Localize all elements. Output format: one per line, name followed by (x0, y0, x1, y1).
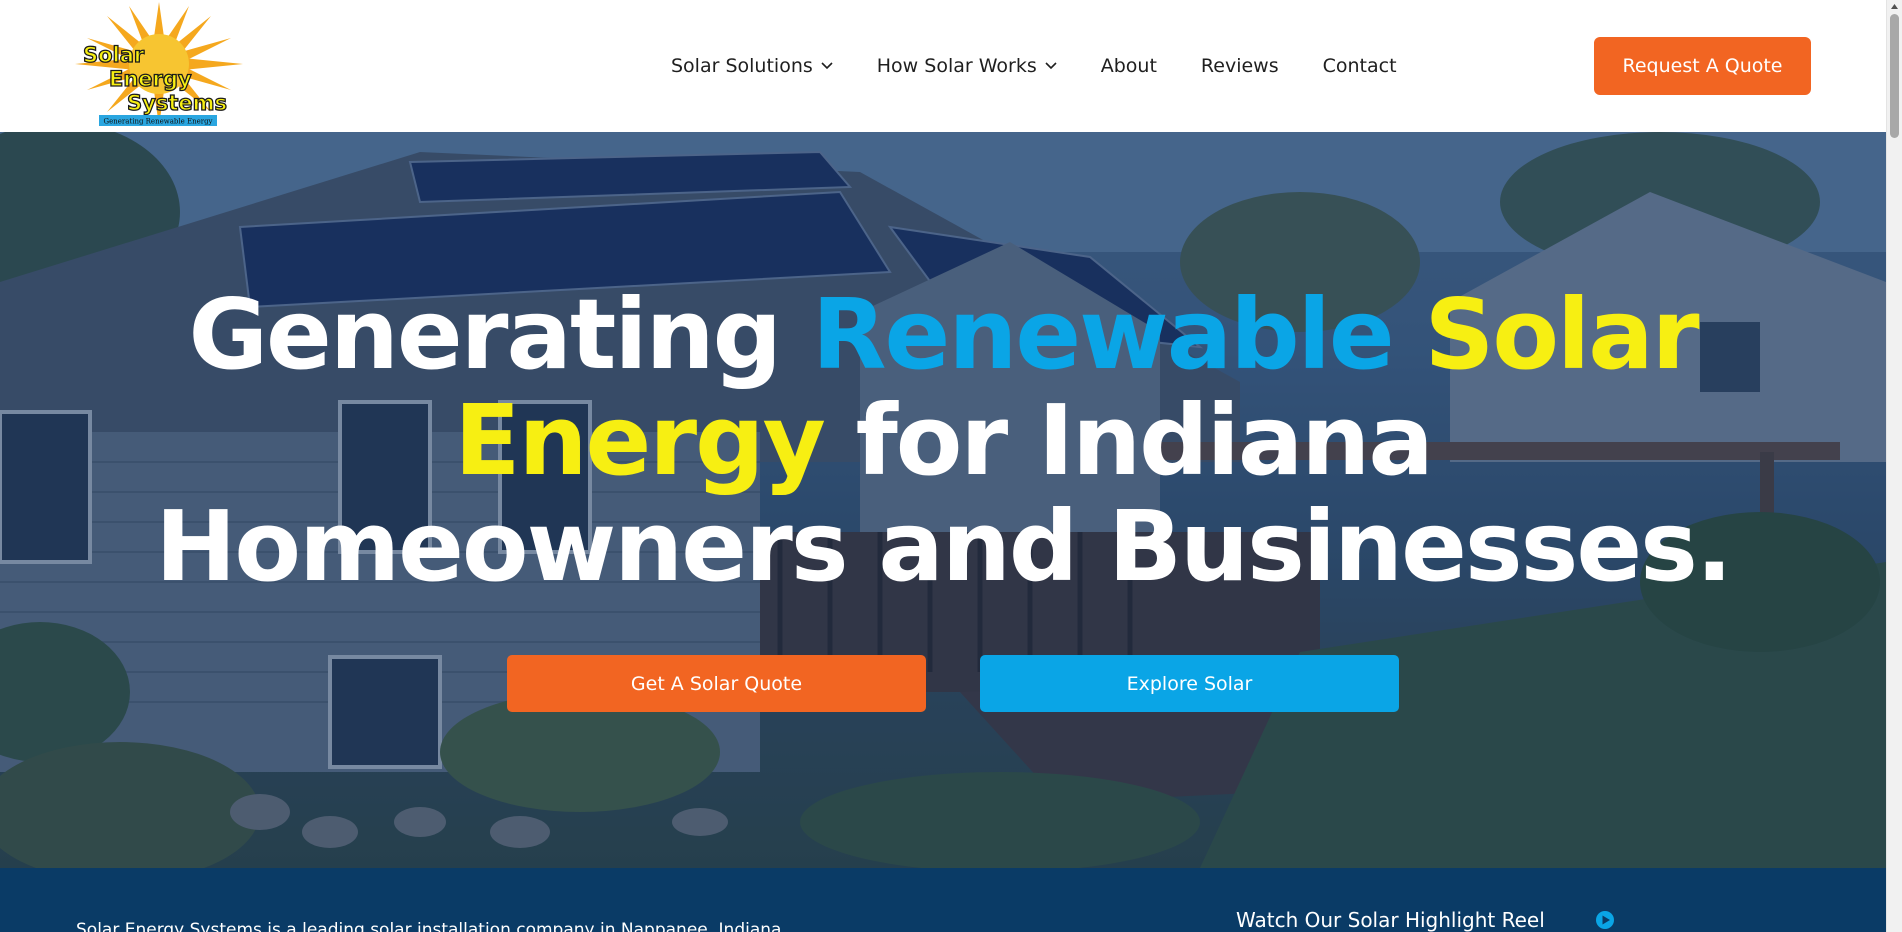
headline-text: for Indiana (823, 384, 1434, 497)
request-quote-button[interactable]: Request A Quote (1594, 37, 1811, 95)
intro-text: Solar Energy Systems is a leading solar … (76, 920, 782, 932)
headline-text: Homeowners and Businesses. (155, 490, 1732, 603)
site-header: Solar Energy Systems Generating Renewabl… (0, 0, 1886, 132)
site-logo[interactable]: Solar Energy Systems Generating Renewabl… (75, 2, 243, 130)
scrollbar-thumb[interactable] (1890, 14, 1899, 138)
svg-text:Solar: Solar (83, 43, 145, 67)
nav-solar-solutions[interactable]: Solar Solutions (671, 55, 833, 77)
intro-section: Solar Energy Systems is a leading solar … (0, 868, 1886, 932)
page-scrollbar[interactable] (1886, 0, 1902, 932)
nav-how-solar-works[interactable]: How Solar Works (877, 55, 1057, 77)
headline-space (1393, 278, 1425, 391)
get-solar-quote-button[interactable]: Get A Solar Quote (507, 655, 926, 712)
headline-text: Generating (188, 278, 812, 391)
play-circle-icon (1595, 911, 1614, 929)
explore-solar-button[interactable]: Explore Solar (980, 655, 1399, 712)
highlight-reel-link[interactable]: Watch Our Solar Highlight Reel (1236, 908, 1615, 932)
hero-section: Generating Renewable Solar Energy for In… (0, 132, 1886, 868)
main-nav: Solar Solutions How Solar Works About Re… (671, 0, 1441, 132)
chevron-down-icon (821, 62, 833, 70)
highlight-reel-label: Watch Our Solar Highlight Reel (1236, 908, 1545, 932)
nav-solar-solutions-label: Solar Solutions (671, 55, 813, 77)
hero-headline: Generating Renewable Solar Energy for In… (0, 282, 1886, 600)
nav-reviews-label: Reviews (1200, 55, 1279, 77)
nav-contact[interactable]: Contact (1323, 55, 1397, 77)
nav-contact-label: Contact (1322, 55, 1397, 77)
nav-about-label: About (1100, 55, 1157, 77)
nav-how-solar-works-label: How Solar Works (876, 55, 1037, 77)
scroll-up-arrow-icon[interactable] (1890, 2, 1899, 11)
chevron-down-icon (1045, 62, 1057, 70)
nav-reviews[interactable]: Reviews (1201, 55, 1279, 77)
svg-text:Systems: Systems (127, 91, 227, 115)
headline-highlight-yellow: Solar (1424, 278, 1700, 391)
sun-logo-icon: Solar Energy Systems Generating Renewabl… (75, 2, 243, 126)
nav-about[interactable]: About (1101, 55, 1157, 77)
svg-text:Generating Renewable Energy: Generating Renewable Energy (103, 118, 212, 126)
headline-highlight-blue: Renewable (811, 278, 1395, 391)
svg-text:Energy: Energy (109, 67, 192, 91)
headline-highlight-yellow: Energy (454, 384, 826, 497)
